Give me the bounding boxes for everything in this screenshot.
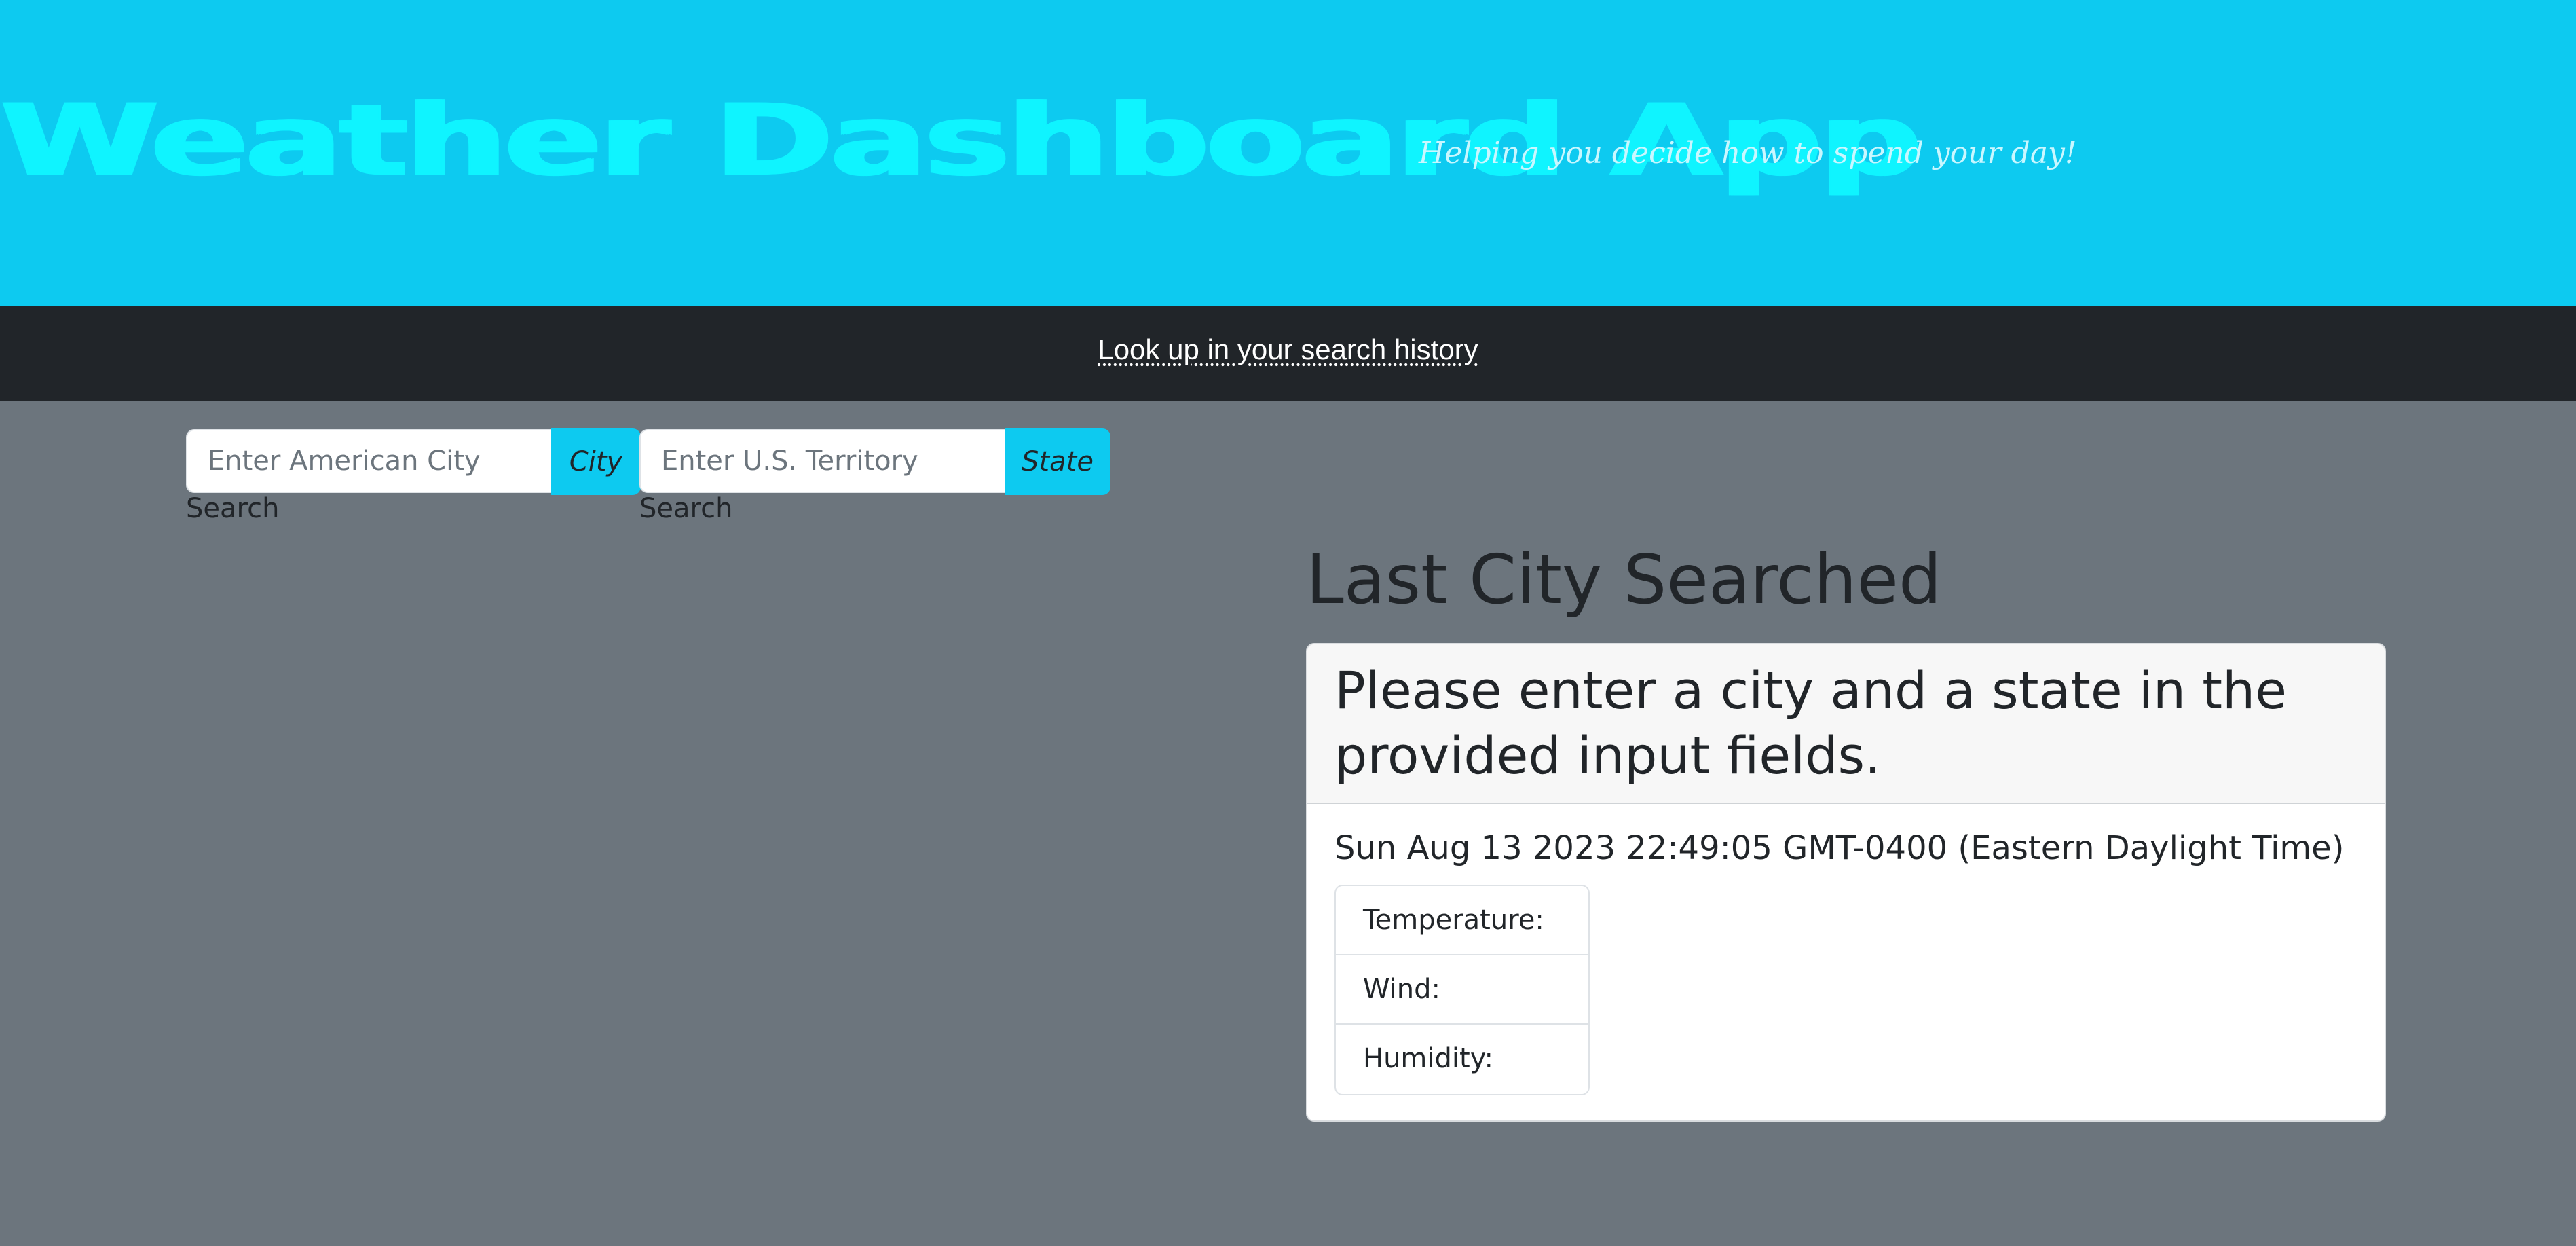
state-search-button[interactable]: State	[1005, 428, 1110, 495]
city-search-button[interactable]: City	[551, 428, 641, 495]
weather-stats-list: Temperature: Wind: Humidity:	[1334, 885, 1590, 1095]
city-search-group: City	[186, 428, 641, 495]
navbar: Look up in your search history	[0, 306, 2576, 401]
card-header: Please enter a city and a state in the p…	[1307, 644, 2385, 804]
state-search-label: Search	[639, 493, 733, 524]
page-header: Weather Dashboard App Helping you decide…	[0, 0, 2576, 306]
current-date: Sun Aug 13 2023 22:49:05 GMT-0400 (Easte…	[1334, 829, 2345, 867]
state-search-group: State	[639, 428, 1110, 495]
app-tagline: Helping you decide how to spend your day…	[1419, 136, 2077, 170]
city-search-label: Search	[186, 493, 280, 524]
state-search-input[interactable]	[639, 429, 1006, 493]
weather-card: Please enter a city and a state in the p…	[1306, 643, 2386, 1122]
temperature-stat: Temperature:	[1336, 886, 1588, 955]
humidity-stat: Humidity:	[1363, 1043, 1493, 1074]
city-search-input[interactable]	[186, 429, 553, 493]
wind-stat: Wind:	[1336, 955, 1588, 1025]
last-city-heading: Last City Searched	[1306, 540, 1942, 619]
search-history-link[interactable]: Look up in your search history	[0, 333, 2576, 366]
